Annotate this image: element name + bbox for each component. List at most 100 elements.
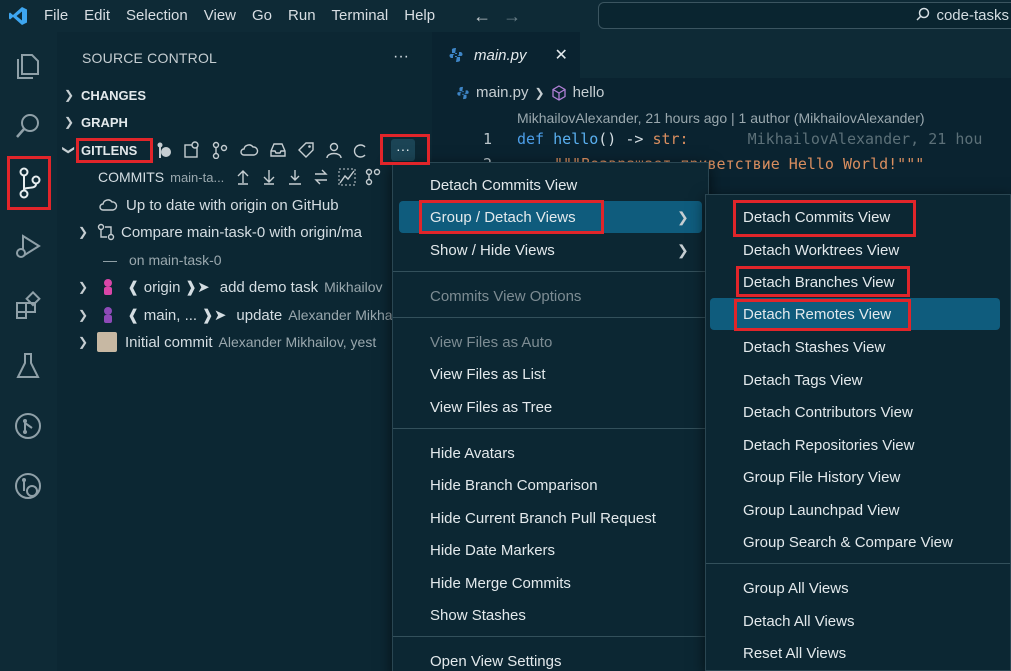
gitlens-inspect-icon[interactable] — [6, 464, 50, 508]
gitlens-icon[interactable] — [6, 404, 50, 448]
commit-row-2[interactable]: ❯ ❰ main, ... ❱➤ update Alexander Mikha — [57, 302, 432, 328]
menu-edit[interactable]: Edit — [76, 0, 118, 32]
blame-codelens[interactable]: MikhailovAlexander, 21 hours ago | 1 aut… — [517, 110, 925, 126]
tab-main-py[interactable]: main.py ✕ — [432, 32, 580, 78]
submenu-reset-all-views[interactable]: Reset All Views — [710, 637, 1000, 669]
code-line-1[interactable]: def hello() -> str: MikhailovAlexander, … — [517, 130, 982, 148]
menu-group-detach-label: Group / Detach Views — [430, 208, 576, 226]
menu-detach-commits-view[interactable]: Detach Commits View — [399, 169, 702, 201]
menu-separator — [393, 271, 708, 272]
avatar — [97, 332, 117, 352]
section-graph[interactable]: ❯ GRAPH — [57, 110, 432, 134]
chevron-right-icon: ❯ — [63, 88, 75, 102]
menu-separator — [393, 636, 708, 637]
menu-show-hide-views[interactable]: Show / Hide Views ❯ — [399, 234, 702, 266]
sidebar-more-icon[interactable]: ··· — [393, 48, 409, 66]
menu-hide-date-markers[interactable]: Hide Date Markers — [399, 534, 702, 566]
switch-mode-icon[interactable] — [155, 141, 173, 159]
menu-hide-branch-comparison[interactable]: Hide Branch Comparison — [399, 469, 702, 501]
gitlens-toolbar — [155, 141, 367, 159]
fetch-icon[interactable] — [286, 168, 304, 186]
submenu-group-launchpad[interactable]: Group Launchpad View — [710, 494, 1000, 526]
commits-view-row[interactable]: COMMITS main-ta... — [57, 164, 432, 190]
compare-label: Compare main-task-0 with origin/ma — [121, 223, 362, 241]
forward-arrow-icon[interactable]: → — [497, 6, 527, 27]
menu-hide-avatars[interactable]: Hide Avatars — [399, 437, 702, 469]
breadcrumb: main.py ❯ hello — [456, 84, 604, 101]
menu-show-stashes[interactable]: Show Stashes — [399, 599, 702, 631]
chevron-right-icon: ❯ — [77, 308, 89, 322]
search-text: code-tasks — [936, 7, 1009, 24]
submenu-detach-repositories[interactable]: Detach Repositories View — [710, 429, 1000, 461]
visualize-icon[interactable] — [338, 168, 356, 186]
search-icon[interactable] — [6, 104, 50, 148]
contributors-icon[interactable] — [325, 141, 343, 159]
explorer-icon[interactable] — [6, 44, 50, 88]
menu-run[interactable]: Run — [280, 0, 324, 32]
menu-view[interactable]: View — [196, 0, 244, 32]
command-center-search[interactable]: code-tasks — [598, 2, 1011, 29]
menu-selection[interactable]: Selection — [118, 0, 196, 32]
commit-message: update — [236, 306, 283, 324]
python-file-icon — [457, 86, 469, 99]
breadcrumb-symbol[interactable]: hello — [573, 84, 605, 101]
menu-terminal[interactable]: Terminal — [324, 0, 397, 32]
chevron-right-icon: ❯ — [77, 280, 89, 294]
gitlens-more-button[interactable]: ··· — [391, 139, 415, 161]
menu-hide-pull-request[interactable]: Hide Current Branch Pull Request — [399, 502, 702, 534]
menu-file[interactable]: File — [36, 0, 76, 32]
cloud-remotes-icon[interactable] — [239, 141, 259, 159]
section-graph-label: GRAPH — [81, 114, 128, 130]
section-gitlens[interactable]: ❯ GITLENS — [57, 138, 432, 162]
chevron-right-icon: ❯ — [534, 85, 545, 100]
submenu-detach-tags[interactable]: Detach Tags View — [710, 364, 1000, 396]
function-name: hello — [553, 130, 599, 148]
submenu-detach-branches[interactable]: Detach Branches View — [710, 266, 1000, 298]
switch-branch-icon[interactable] — [312, 168, 330, 186]
code-punctuation: () -> — [598, 130, 644, 148]
compare-row[interactable]: ❯ Compare main-task-0 with origin/ma — [57, 219, 432, 245]
refresh-icon[interactable] — [353, 141, 367, 159]
commits-toolbar — [234, 168, 382, 186]
branches-icon[interactable] — [211, 141, 229, 159]
run-debug-icon[interactable] — [6, 224, 50, 268]
stashes-inbox-icon[interactable] — [269, 141, 287, 159]
menu-view-files-auto: View Files as Auto — [430, 333, 553, 351]
push-icon[interactable] — [234, 168, 252, 186]
commit-row-3[interactable]: ❯ Initial commit Alexander Mikhailov, ye… — [57, 329, 432, 355]
menu-help[interactable]: Help — [396, 0, 443, 32]
menu-view-files-tree[interactable]: View Files as Tree — [399, 391, 702, 423]
submenu-detach-worktrees[interactable]: Detach Worktrees View — [710, 234, 1000, 266]
uptodate-row[interactable]: Up to date with origin on GitHub — [57, 192, 432, 218]
commits-branch: main-ta... — [170, 169, 225, 185]
graph-icon[interactable] — [364, 168, 382, 186]
menu-hide-merge-commits[interactable]: Hide Merge Commits — [399, 567, 702, 599]
section-changes-label: CHANGES — [81, 87, 147, 103]
menu-open-view-settings[interactable]: Open View Settings — [399, 645, 702, 671]
tab-label: main.py — [474, 46, 527, 64]
submenu-detach-remotes[interactable]: Detach Remotes View — [710, 298, 1000, 330]
submenu-detach-commits[interactable]: Detach Commits View — [710, 201, 1000, 233]
menu-view-files-list[interactable]: View Files as List — [399, 358, 702, 390]
section-changes[interactable]: ❯ CHANGES — [57, 83, 432, 107]
pull-icon[interactable] — [260, 168, 278, 186]
submenu-detach-contributors[interactable]: Detach Contributors View — [710, 396, 1000, 428]
extensions-icon[interactable] — [6, 284, 50, 328]
breadcrumb-file[interactable]: main.py — [476, 84, 529, 101]
submenu-group-file-history[interactable]: Group File History View — [710, 461, 1000, 493]
close-icon[interactable]: ✕ — [555, 45, 568, 65]
submenu-detach-stashes[interactable]: Detach Stashes View — [710, 331, 1000, 363]
symbol-method-icon — [551, 84, 566, 101]
menu-go[interactable]: Go — [244, 0, 280, 32]
worktree-icon[interactable] — [183, 141, 201, 159]
testing-flask-icon[interactable] — [6, 344, 50, 388]
back-arrow-icon[interactable]: ← — [467, 6, 497, 27]
source-control-icon[interactable] — [7, 156, 51, 210]
submenu-detach-all-views[interactable]: Detach All Views — [710, 605, 1000, 637]
tag-icon[interactable] — [297, 141, 315, 159]
menu-group-detach-views[interactable]: Group / Detach Views ❯ — [399, 201, 702, 233]
type-name: str: — [652, 130, 689, 148]
submenu-group-all-views[interactable]: Group All Views — [710, 572, 1000, 604]
submenu-group-search-compare[interactable]: Group Search & Compare View — [710, 526, 1000, 558]
commit-row-1[interactable]: ❯ ❰ origin ❱➤ add demo task Mikhailov — [57, 274, 432, 300]
